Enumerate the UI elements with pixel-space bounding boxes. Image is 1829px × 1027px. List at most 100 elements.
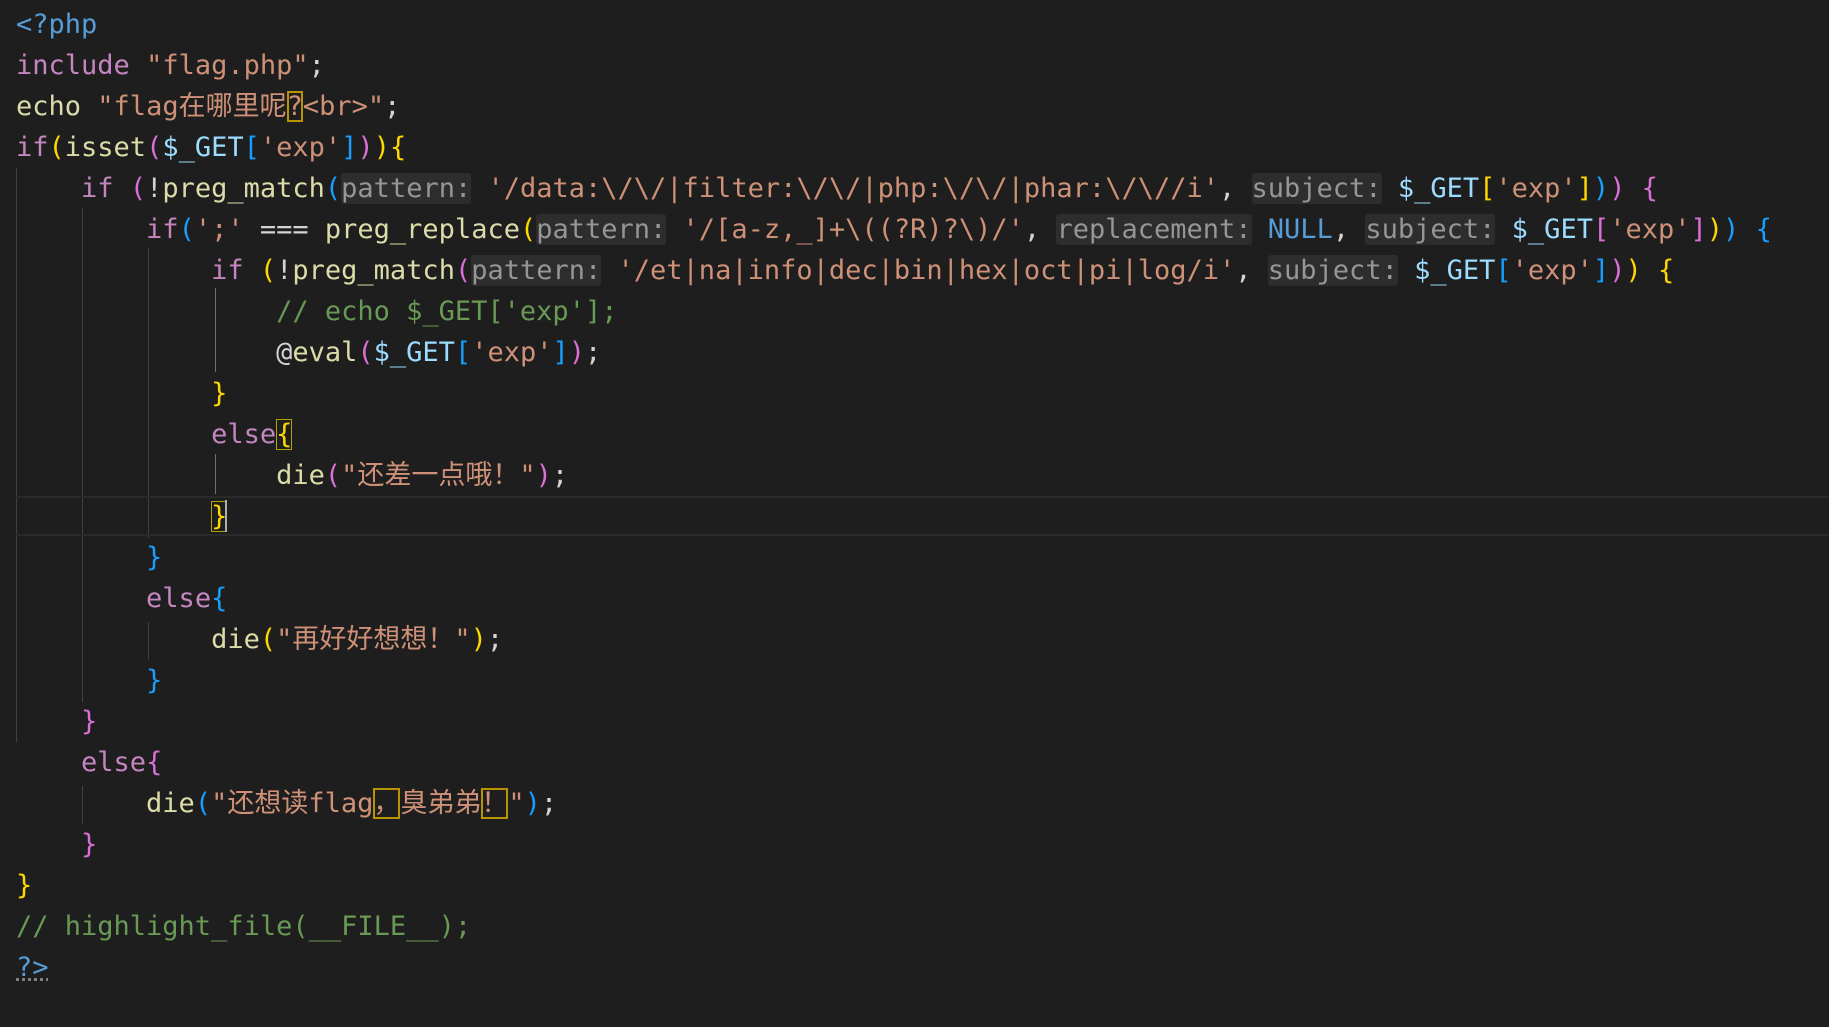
paren: ) bbox=[1706, 214, 1724, 245]
paren: ) bbox=[1609, 173, 1626, 204]
get-variable: $_GET bbox=[373, 337, 455, 368]
not-operator: ! bbox=[146, 173, 163, 204]
isset-function: isset bbox=[64, 132, 147, 163]
die-message: "再好好想想！" bbox=[276, 624, 471, 655]
not-operator: ! bbox=[276, 255, 293, 286]
paren: ( bbox=[357, 337, 374, 368]
code-line-11[interactable]: else{ bbox=[16, 414, 293, 455]
brace: } bbox=[81, 706, 98, 737]
paren: ) bbox=[470, 624, 487, 655]
if-keyword: if bbox=[16, 132, 49, 163]
code-line-7[interactable]: if (!preg_match(pattern: '/et|na|info|de… bbox=[16, 250, 1674, 291]
bracket: [ bbox=[1495, 255, 1512, 286]
code-line-8[interactable]: // echo $_GET['exp']; bbox=[16, 291, 617, 332]
brace: { bbox=[1641, 173, 1658, 204]
brace: } bbox=[81, 829, 98, 860]
code-line-2[interactable]: include "flag.php"; bbox=[16, 45, 325, 86]
code-line-14[interactable]: } bbox=[16, 537, 162, 578]
bracket: [ bbox=[1592, 214, 1610, 245]
preg-match-function: preg_match bbox=[292, 255, 455, 286]
brace: { bbox=[1755, 214, 1772, 245]
php-open-tag: <?php bbox=[16, 9, 98, 40]
paren: ) bbox=[357, 132, 374, 163]
code-line-15[interactable]: else{ bbox=[16, 578, 227, 619]
brace: } bbox=[146, 542, 163, 573]
exp-key: 'exp' bbox=[259, 132, 342, 163]
inlay-hint-replacement: replacement: bbox=[1056, 214, 1252, 245]
paren: ( bbox=[324, 460, 342, 491]
php-close-tag: ?> bbox=[16, 952, 49, 983]
get-variable: $_GET bbox=[1511, 214, 1593, 245]
brace: { bbox=[211, 583, 228, 614]
code-editor[interactable]: <?php include "flag.php"; echo "flag在哪里呢… bbox=[0, 0, 1829, 1027]
text-cursor bbox=[225, 500, 227, 532]
code-line-18[interactable]: } bbox=[16, 701, 97, 742]
code-line-9[interactable]: @eval($_GET['exp']); bbox=[16, 332, 601, 373]
bracket: ] bbox=[1592, 255, 1610, 286]
code-line-19[interactable]: else{ bbox=[16, 742, 162, 783]
code-line-12[interactable]: die("还差一点哦！"); bbox=[16, 455, 568, 496]
brace: { bbox=[389, 132, 407, 163]
bracket: [ bbox=[1479, 173, 1496, 204]
echo-string-tail: <br>" bbox=[302, 91, 385, 122]
paren: ) bbox=[1609, 255, 1626, 286]
code-line-23[interactable]: // highlight_file(__FILE__); bbox=[16, 906, 471, 947]
semicolon: ; bbox=[540, 788, 558, 819]
code-line-3[interactable]: echo "flag在哪里呢?<br>"; bbox=[16, 86, 400, 127]
brace: } bbox=[146, 665, 163, 696]
paren: ( bbox=[48, 132, 65, 163]
comma: , bbox=[1023, 214, 1041, 245]
code-comment: // echo $_GET['exp']; bbox=[276, 296, 618, 327]
bracket: [ bbox=[243, 132, 260, 163]
code-comment: // highlight_file(__FILE__); bbox=[16, 911, 472, 942]
paren: ) bbox=[568, 337, 586, 368]
inlay-hint-subject: subject: bbox=[1251, 173, 1382, 204]
paren: ) bbox=[1592, 173, 1610, 204]
bracket: ] bbox=[1690, 214, 1707, 245]
code-line-16[interactable]: die("再好好想想！"); bbox=[16, 619, 503, 660]
include-path: "flag.php" bbox=[146, 50, 309, 81]
code-line-17[interactable]: } bbox=[16, 660, 162, 701]
code-line-5[interactable]: if (!preg_match(pattern: '/data:\/\/|fil… bbox=[16, 168, 1658, 209]
bracket: [ bbox=[454, 337, 472, 368]
unicode-highlight-fullwidth-comma[interactable]: ， bbox=[373, 788, 401, 819]
inlay-hint-pattern: pattern: bbox=[471, 255, 602, 286]
code-line-20[interactable]: die("还想读flag，臭弟弟！"); bbox=[16, 783, 557, 824]
brace: { bbox=[1657, 255, 1675, 286]
comma: , bbox=[1332, 214, 1350, 245]
die-message-end: " bbox=[508, 788, 525, 819]
die-function: die bbox=[146, 788, 195, 819]
code-line-21[interactable]: } bbox=[16, 824, 97, 865]
get-variable: $_GET bbox=[1414, 255, 1496, 286]
code-line-22[interactable]: } bbox=[16, 865, 32, 906]
paren: ( bbox=[178, 214, 195, 245]
code-line-24[interactable]: ?> bbox=[16, 947, 49, 988]
get-variable: $_GET bbox=[1397, 173, 1480, 204]
brace: } bbox=[211, 378, 228, 409]
if-keyword: if bbox=[81, 173, 114, 204]
code-line-10[interactable]: } bbox=[16, 373, 227, 414]
echo-keyword: echo bbox=[16, 91, 82, 122]
code-line-13[interactable]: } bbox=[16, 496, 228, 537]
bracket: ] bbox=[1576, 173, 1593, 204]
die-message: "还想读flag bbox=[211, 788, 374, 819]
exp-key: 'exp' bbox=[1609, 214, 1691, 245]
paren: ( bbox=[129, 173, 147, 204]
else-keyword: else bbox=[146, 583, 212, 614]
semicolon-string: ';' bbox=[194, 214, 244, 245]
die-message-middle: 臭弟弟 bbox=[400, 788, 482, 819]
unicode-highlight-fullwidth-exclamation[interactable]: ！ bbox=[481, 788, 509, 819]
bracket: ] bbox=[552, 337, 569, 368]
unicode-highlight-question-mark[interactable]: ? bbox=[286, 91, 303, 122]
inlay-hint-pattern: pattern: bbox=[341, 173, 472, 204]
paren: ( bbox=[454, 255, 472, 286]
code-line-1[interactable]: <?php bbox=[16, 4, 97, 45]
code-line-4[interactable]: if(isset($_GET['exp'])){ bbox=[16, 127, 406, 168]
paren: ) bbox=[535, 460, 552, 491]
inlay-hint-subject: subject: bbox=[1365, 214, 1496, 245]
brace: { bbox=[146, 747, 163, 778]
semicolon: ; bbox=[551, 460, 569, 491]
code-line-6[interactable]: if(';' === preg_replace(pattern: '/[a-z,… bbox=[16, 209, 1772, 250]
bracket: ] bbox=[341, 132, 358, 163]
exp-key: 'exp' bbox=[1511, 255, 1593, 286]
